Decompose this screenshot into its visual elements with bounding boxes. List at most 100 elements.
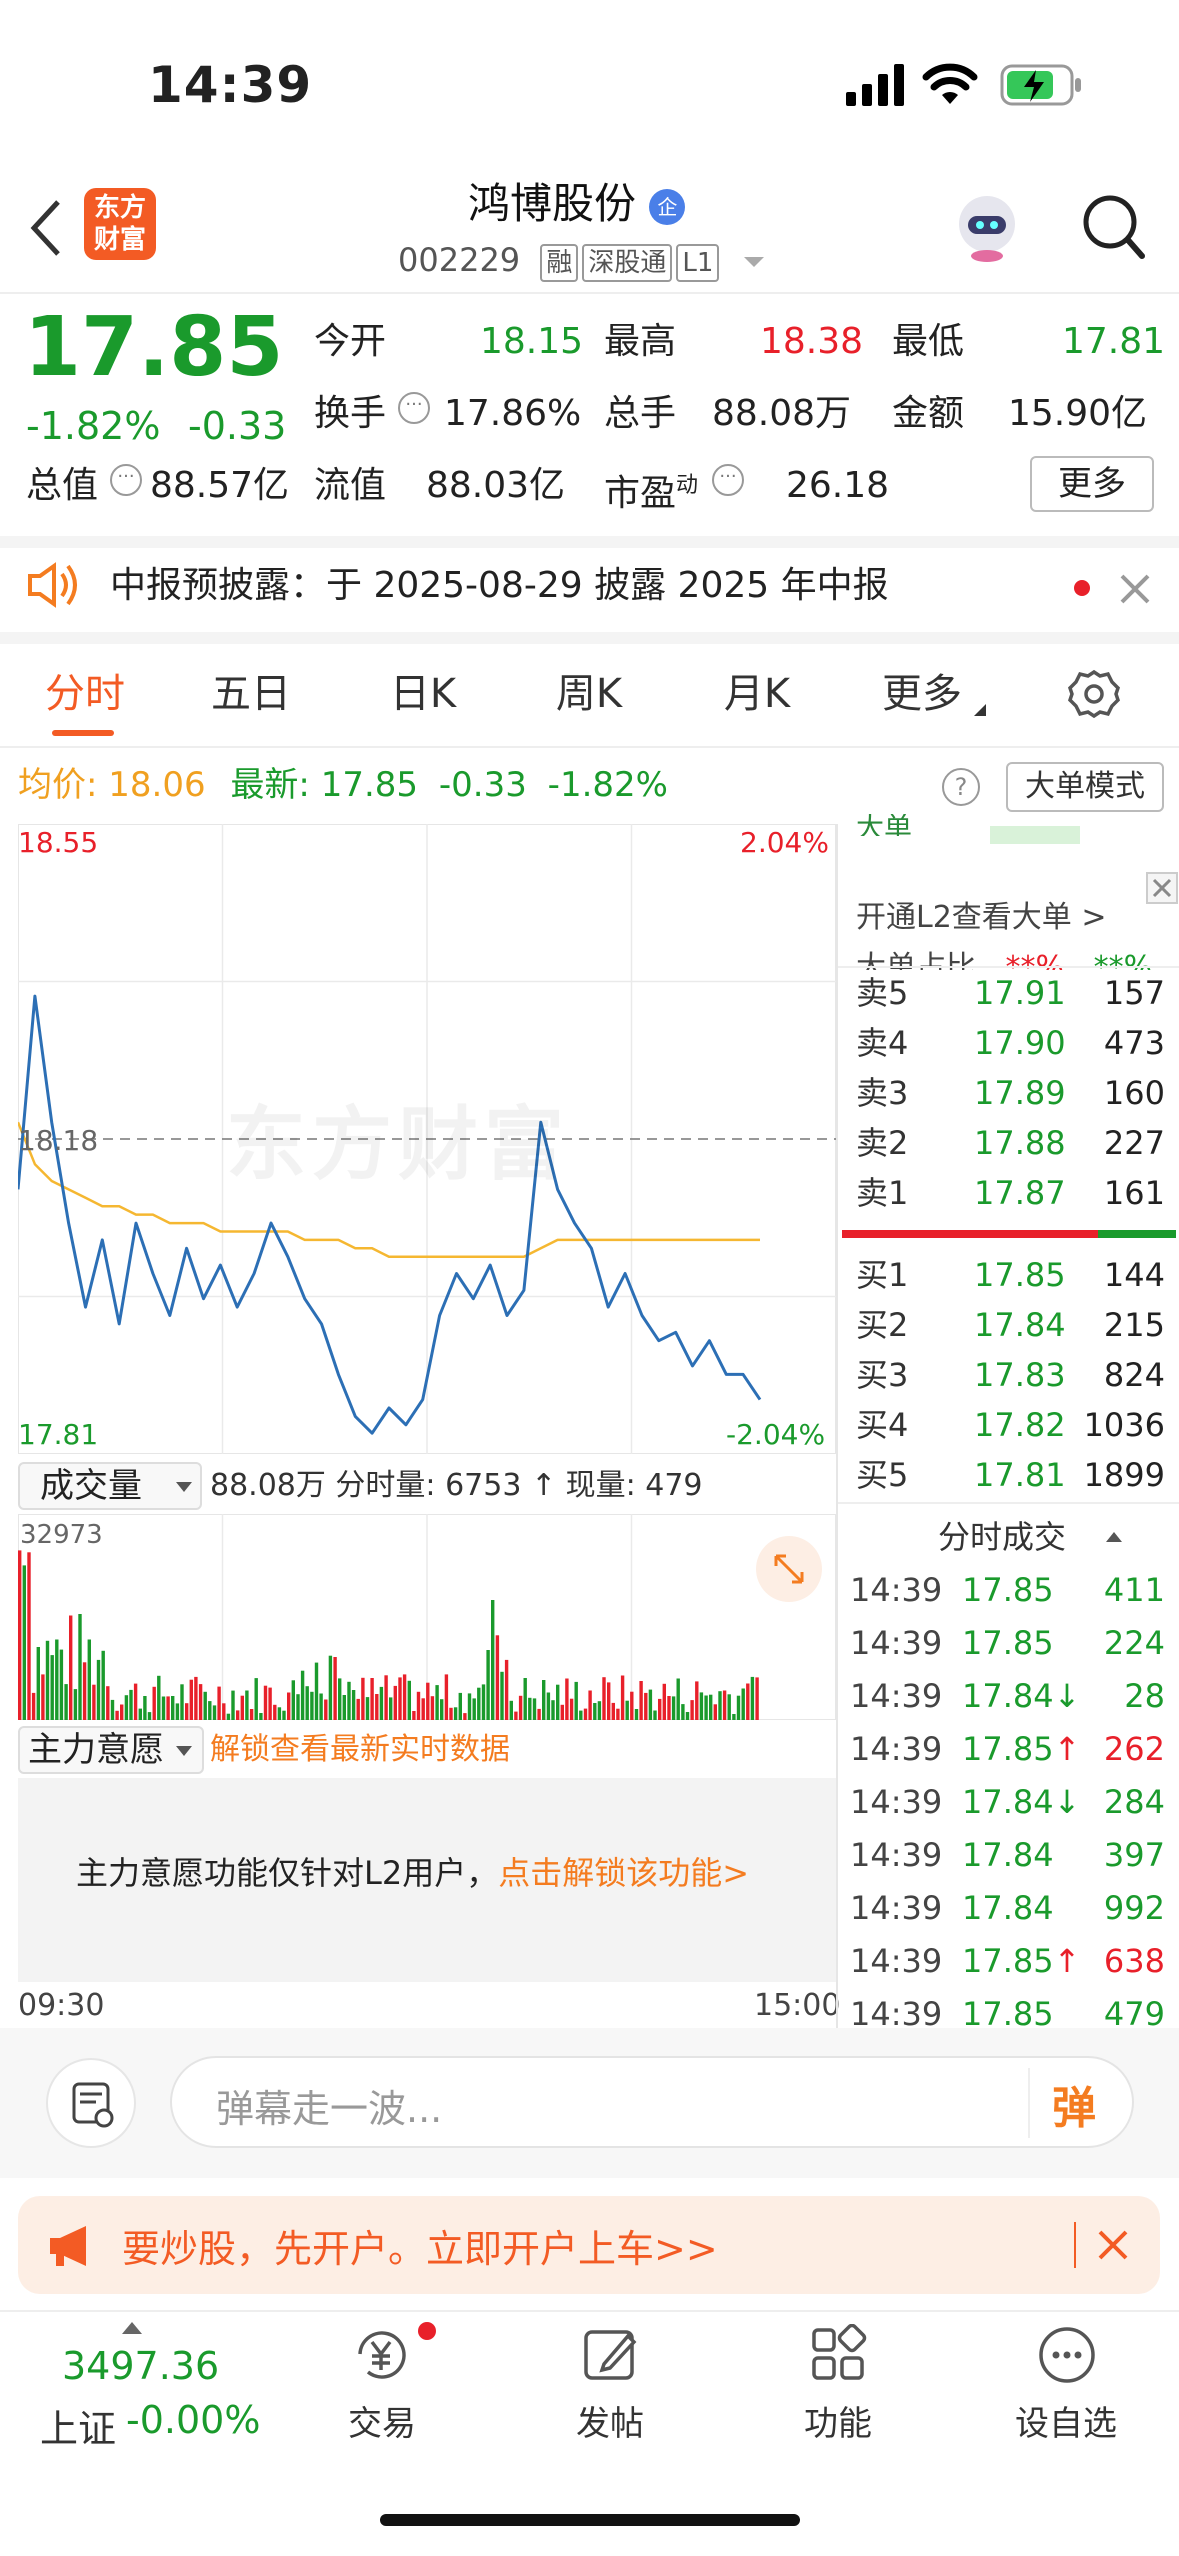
volume-bar (634, 1709, 639, 1720)
index-widget[interactable]: 3497.36 上证 -0.00% (30, 2316, 270, 2452)
bid-level-row[interactable]: 买5 17.81 1899 (838, 1450, 1179, 1500)
tab-intraday[interactable]: 分时 (20, 664, 150, 724)
help-icon[interactable]: ? (942, 768, 980, 806)
notice-text[interactable]: 中报预披露：于 2025-08-29 披露 2025 年中报 (110, 560, 889, 612)
comment-list-icon[interactable] (46, 2058, 136, 2148)
dropdown-icon (176, 1482, 192, 1492)
open-value: 18.15 (480, 321, 584, 362)
tick-volume: 411 (1103, 1571, 1165, 1609)
logo-text-1: 东方 (93, 193, 146, 223)
volume-bar (537, 1708, 541, 1720)
nav-function[interactable]: 功能 (768, 2318, 908, 2448)
info-dots-icon[interactable]: ··· (110, 464, 142, 496)
volume-bar (727, 1694, 731, 1720)
tab-more[interactable]: 更多 (862, 664, 982, 724)
app-logo[interactable]: 东方 财富 (84, 188, 156, 260)
change-amount: -0.33 (188, 404, 287, 448)
avg-label: 均价: (18, 765, 98, 805)
volume-bar (699, 1692, 704, 1720)
last-pct: -1.82% (547, 765, 668, 805)
mainforce-desc-row: 主力意愿功能仅针对L2用户，点击解锁该功能> (76, 1848, 749, 1898)
ask-level-row[interactable]: 卖2 17.88 227 (838, 1118, 1179, 1168)
mainforce-selector[interactable]: 主力意愿 (18, 1726, 204, 1774)
tab-5day[interactable]: 五日 (186, 664, 316, 724)
comment-input[interactable]: 弹幕走一波... 弹 (170, 2056, 1134, 2148)
volume-bar (226, 1713, 231, 1720)
unlock-feature-link[interactable]: 点击解锁该功能> (498, 1854, 749, 1892)
input-divider (1028, 2068, 1030, 2138)
volume-bar (426, 1682, 430, 1720)
info-dots-icon[interactable]: ··· (712, 464, 744, 496)
expand-icon[interactable] (756, 1536, 822, 1602)
high-label: 最高 (604, 321, 677, 362)
close-icon[interactable] (1146, 872, 1178, 904)
chart-pct-top: 2.04% (740, 826, 829, 859)
ask-level-label: 卖4 (856, 1024, 909, 1062)
tick-time: 14:39 (850, 1730, 943, 1768)
unlock-realtime-link[interactable]: 解锁查看最新实时数据 (210, 1730, 510, 1770)
volume-bar (611, 1702, 615, 1720)
ask-level-row[interactable]: 卖5 17.91 157 (838, 968, 1179, 1018)
volume-bar (287, 1692, 291, 1720)
tick-volume: 28 (1124, 1677, 1165, 1715)
back-icon[interactable] (24, 196, 68, 260)
volume-bar (78, 1614, 82, 1720)
volume-bar (310, 1691, 314, 1720)
tab-monthly-k[interactable]: 月K (692, 664, 822, 724)
volume-chart[interactable] (18, 1514, 836, 1720)
ask-level-row[interactable]: 卖1 17.87 161 (838, 1168, 1179, 1218)
tick-volume: 284 (1103, 1783, 1165, 1821)
search-icon[interactable] (1080, 192, 1146, 262)
volume-bar (189, 1679, 193, 1720)
volume-bar (393, 1685, 397, 1720)
mainforce-panel: 主力意愿功能仅针对L2用户，点击解锁该功能> (18, 1778, 836, 1982)
nav-post[interactable]: 发帖 (540, 2318, 680, 2448)
bid-level-row[interactable]: 买2 17.84 215 (838, 1300, 1179, 1350)
volume-bar (328, 1655, 333, 1720)
volume-bar (92, 1684, 96, 1720)
big-order-mode-button[interactable]: 大单模式 (1006, 762, 1164, 812)
volume-bar (175, 1703, 180, 1720)
bid-level-row[interactable]: 买4 17.82 1036 (838, 1400, 1179, 1450)
nav-trade[interactable]: 交易 (312, 2318, 452, 2448)
bid-level-volume: 144 (1103, 1256, 1165, 1294)
tick-price: 17.85 (962, 1571, 1054, 1609)
chevron-down-icon[interactable] (743, 257, 764, 267)
settings-gear-icon[interactable] (1066, 666, 1122, 722)
danmu-toggle-icon[interactable]: 弹 (1052, 2072, 1096, 2136)
volume-bar (305, 1686, 309, 1720)
tag-level: L1 (676, 244, 720, 282)
volume-bar (41, 1674, 45, 1720)
bid-level-price: 17.83 (974, 1356, 1066, 1394)
volume-bar (532, 1698, 537, 1720)
ask-level-volume: 473 (1103, 1024, 1165, 1062)
tab-daily-k[interactable]: 日K (358, 664, 488, 724)
tab-weekly-k[interactable]: 周K (524, 664, 654, 724)
more-button[interactable]: 更多 (1030, 456, 1154, 512)
volume-bar (96, 1659, 101, 1720)
nav-watchlist[interactable]: 设自选 (996, 2318, 1136, 2448)
volume-bar (27, 1552, 31, 1720)
volume-bar (556, 1684, 560, 1720)
info-dots-icon[interactable]: ··· (398, 392, 430, 424)
robot-avatar-icon[interactable] (950, 190, 1024, 264)
l2-upsell-link[interactable]: 开通L2查看大单 > (856, 892, 1106, 936)
volume-selector[interactable]: 成交量 (18, 1462, 202, 1510)
volume-bar (477, 1687, 481, 1720)
volume-bar (713, 1704, 717, 1720)
volume-bar (412, 1711, 416, 1720)
volume-bar (157, 1675, 161, 1720)
bid-level-row[interactable]: 买1 17.85 144 (838, 1250, 1179, 1300)
bid-level-row[interactable]: 买3 17.83 824 (838, 1350, 1179, 1400)
close-icon[interactable] (1096, 2228, 1130, 2262)
last-value: 17.85 (320, 765, 419, 805)
close-icon[interactable] (1118, 572, 1152, 606)
more-dots-icon (1036, 2324, 1098, 2386)
stock-title: 鸿博股份 企 (468, 176, 686, 232)
volume-bar (453, 1707, 458, 1720)
tick-price: 17.84 (962, 1836, 1054, 1874)
ask-level-row[interactable]: 卖3 17.89 160 (838, 1068, 1179, 1118)
promo-banner[interactable]: 要炒股，先开户。立即开户上车>> (18, 2196, 1160, 2294)
volume-bar (365, 1697, 370, 1720)
ask-level-row[interactable]: 卖4 17.90 473 (838, 1018, 1179, 1068)
